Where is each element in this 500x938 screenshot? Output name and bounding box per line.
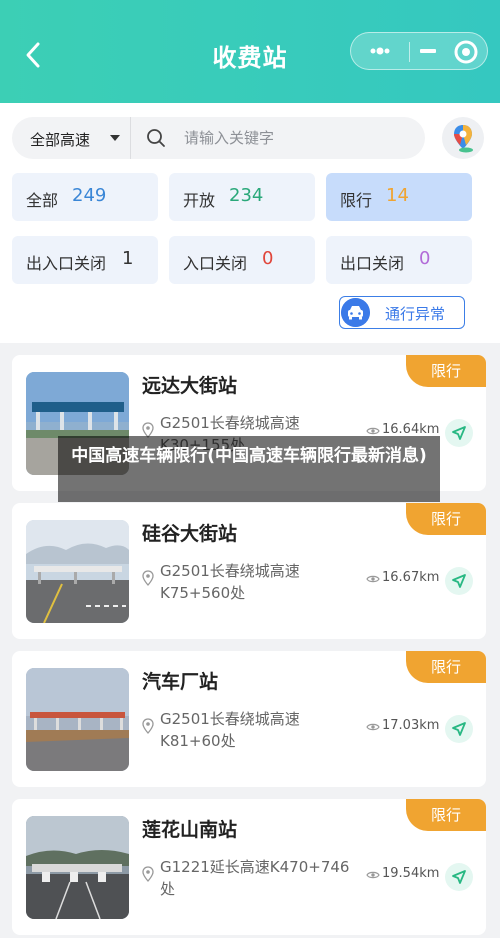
more-dots-icon[interactable] — [365, 41, 395, 61]
station-distance: 16.67km — [382, 570, 440, 585]
eye-icon — [366, 723, 380, 731]
station-photo — [26, 668, 129, 771]
station-photo — [26, 816, 129, 919]
station-name: 莲花山南站 — [142, 819, 238, 841]
stat-label: 限行 — [340, 191, 373, 210]
station-address: G1221延长高速K470+746处 — [160, 858, 350, 898]
stat-count: 14 — [386, 185, 409, 206]
stat-count: 249 — [72, 185, 107, 206]
stat-restricted[interactable]: 限行 14 — [326, 173, 472, 221]
status-badge: 限行 — [406, 355, 486, 387]
stat-exit-closed[interactable]: 出口关闭 0 — [326, 236, 472, 284]
app-header: 收费站 — [0, 0, 500, 103]
station-distance: 17.03km — [382, 718, 440, 733]
location-pin-icon — [142, 570, 154, 586]
mini-program-capsule — [350, 32, 488, 70]
capsule-divider — [409, 42, 410, 62]
navigate-button[interactable] — [445, 567, 473, 595]
stat-entry-closed[interactable]: 入口关闭 0 — [169, 236, 315, 284]
search-bar: 全部高速 — [12, 117, 425, 159]
overlay-caption: 中国高速车辆限行(中国高速车辆限行最新消息) — [58, 436, 440, 502]
stat-label: 全部 — [26, 191, 59, 210]
station-name: 远达大街站 — [142, 375, 238, 397]
stat-label: 开放 — [183, 191, 216, 210]
stat-count: 234 — [229, 185, 264, 206]
location-pin-icon — [142, 718, 154, 734]
stat-label: 入口关闭 — [183, 254, 248, 273]
close-target-icon[interactable] — [452, 38, 480, 66]
location-pin-icon — [142, 866, 154, 882]
caret-down-icon — [110, 135, 120, 141]
station-card[interactable]: 汽车厂站 限行 G2501长春绕城高速K81+60处 17.03km — [12, 651, 486, 787]
station-address: G2501长春绕城高速K75+560处 — [160, 562, 300, 602]
status-badge: 限行 — [406, 799, 486, 831]
navigate-button[interactable] — [445, 715, 473, 743]
station-card[interactable]: 莲花山南站 限行 G1221延长高速K470+746处 19.54km — [12, 799, 486, 935]
abnormal-button-label: 通行异常 — [385, 305, 446, 323]
eye-icon — [366, 427, 380, 435]
dropdown-selected-value: 全部高速 — [30, 131, 91, 149]
eye-icon — [366, 575, 380, 583]
station-photo — [26, 520, 129, 623]
station-address: G2501长春绕城高速K81+60处 — [160, 710, 300, 750]
minimize-icon[interactable] — [413, 41, 443, 61]
stat-all[interactable]: 全部 249 — [12, 173, 158, 221]
search-divider — [130, 117, 131, 159]
filter-panel: 全部高速 全部 249 开放 234 限行 14 出入口关闭 1 入口关 — [0, 103, 500, 343]
navigate-button[interactable] — [445, 419, 473, 447]
station-distance: 16.64km — [382, 422, 440, 437]
eye-icon — [366, 871, 380, 879]
stat-open[interactable]: 开放 234 — [169, 173, 315, 221]
stat-count: 0 — [262, 248, 274, 269]
stat-label: 出口关闭 — [340, 254, 405, 273]
navigation-arrow-icon — [452, 426, 466, 440]
navigation-arrow-icon — [452, 722, 466, 736]
station-distance: 19.54km — [382, 866, 440, 881]
status-badge: 限行 — [406, 503, 486, 535]
station-name: 硅谷大街站 — [142, 523, 238, 545]
stat-count: 1 — [122, 248, 134, 269]
stat-count: 0 — [419, 248, 431, 269]
status-badge: 限行 — [406, 651, 486, 683]
station-name: 汽车厂站 — [142, 671, 219, 693]
car-icon — [341, 298, 370, 327]
map-location-button[interactable] — [442, 117, 484, 159]
stat-entry-exit-closed[interactable]: 出入口关闭 1 — [12, 236, 158, 284]
station-card[interactable]: 硅谷大街站 限行 G2501长春绕城高速K75+560处 16.67km — [12, 503, 486, 639]
navigate-button[interactable] — [445, 863, 473, 891]
map-pin-icon — [454, 125, 473, 153]
navigation-arrow-icon — [452, 870, 466, 884]
highway-scope-dropdown[interactable]: 全部高速 — [12, 117, 130, 159]
stat-label: 出入口关闭 — [26, 254, 107, 273]
search-input[interactable] — [184, 125, 414, 151]
navigation-arrow-icon — [452, 574, 466, 588]
traffic-abnormal-button[interactable]: 通行异常 — [339, 296, 465, 329]
search-icon — [147, 129, 165, 147]
